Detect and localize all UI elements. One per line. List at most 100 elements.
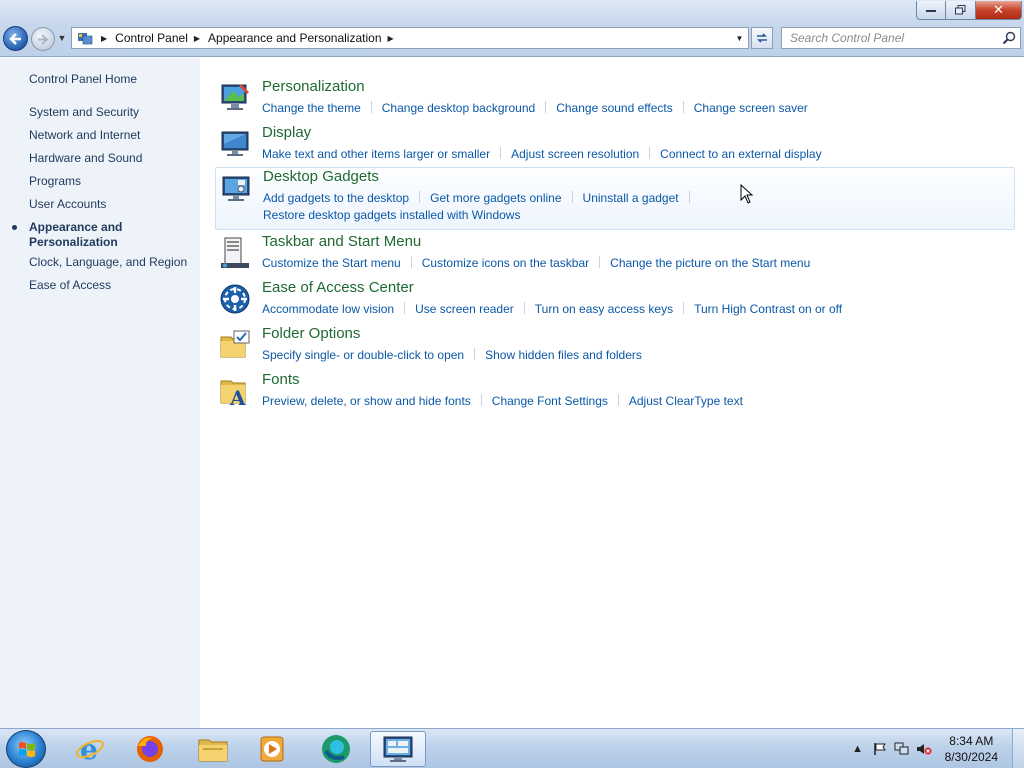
category-fonts: A Fonts Preview, delete, or show and hid… xyxy=(215,371,1015,415)
breadcrumb-appearance[interactable]: Appearance and Personalization xyxy=(208,31,381,45)
link-customize-taskbar-icons[interactable]: Customize icons on the taskbar xyxy=(422,255,589,272)
taskbar-control-panel[interactable] xyxy=(370,731,426,767)
link-change-desktop-background[interactable]: Change desktop background xyxy=(382,100,535,117)
link-adjust-screen-resolution[interactable]: Adjust screen resolution xyxy=(511,146,639,163)
window-controls: ✕ xyxy=(916,1,1022,20)
category-title-fonts[interactable]: Fonts xyxy=(262,371,300,388)
breadcrumb-control-panel[interactable]: Control Panel xyxy=(115,31,188,45)
breadcrumb-separator-icon[interactable]: ▶ xyxy=(194,34,200,43)
svg-text:A: A xyxy=(229,386,246,407)
breadcrumb-separator-icon[interactable]: ▶ xyxy=(388,34,394,43)
link-change-screen-saver[interactable]: Change screen saver xyxy=(694,100,808,117)
mouse-cursor-icon xyxy=(740,184,754,204)
link-make-text-larger[interactable]: Make text and other items larger or smal… xyxy=(262,146,490,163)
action-center-flag-icon[interactable] xyxy=(872,741,888,757)
link-divider xyxy=(370,101,372,113)
category-title-personalization[interactable]: Personalization xyxy=(262,78,365,95)
link-change-font-settings[interactable]: Change Font Settings xyxy=(492,393,608,410)
desktop-gadgets-icon xyxy=(222,176,250,201)
back-arrow-icon xyxy=(9,32,21,45)
recent-pages-dropdown[interactable]: ▼ xyxy=(57,30,67,46)
minimize-button[interactable] xyxy=(916,1,946,20)
show-desktop-button[interactable] xyxy=(1012,729,1024,768)
link-get-more-gadgets[interactable]: Get more gadgets online xyxy=(430,190,561,207)
sidebar-item-user-accounts[interactable]: User Accounts xyxy=(29,197,106,211)
category-taskbar-start-menu: Taskbar and Start Menu Customize the Sta… xyxy=(215,233,1015,277)
link-divider xyxy=(523,302,525,314)
back-button[interactable] xyxy=(3,26,28,51)
link-accommodate-low-vision[interactable]: Accommodate low vision xyxy=(262,301,394,318)
sidebar-item-clock-language-region[interactable]: Clock, Language, and Region xyxy=(29,255,187,269)
taskbar-edge[interactable] xyxy=(308,731,364,767)
category-links: Customize the Start menu Customize icons … xyxy=(262,255,1002,272)
close-button[interactable]: ✕ xyxy=(976,1,1022,20)
link-divider xyxy=(545,101,547,113)
category-title-display[interactable]: Display xyxy=(262,124,311,141)
link-preview-fonts[interactable]: Preview, delete, or show and hide fonts xyxy=(262,393,471,410)
search-icon[interactable] xyxy=(1002,31,1016,45)
refresh-button[interactable] xyxy=(751,27,773,49)
sidebar-item-programs[interactable]: Programs xyxy=(29,174,81,188)
link-add-gadgets[interactable]: Add gadgets to the desktop xyxy=(263,190,409,207)
control-panel-home-link[interactable]: Control Panel Home xyxy=(29,72,137,86)
link-change-theme[interactable]: Change the theme xyxy=(262,100,361,117)
taskbar-file-explorer[interactable] xyxy=(185,731,241,767)
category-folder-options: Folder Options Specify single- or double… xyxy=(215,325,1015,369)
category-title-desktop-gadgets[interactable]: Desktop Gadgets xyxy=(263,168,379,185)
category-title-folder-options[interactable]: Folder Options xyxy=(262,325,360,342)
category-links: Specify single- or double-click to open S… xyxy=(262,347,1002,364)
clock-date: 8/30/2024 xyxy=(944,750,998,764)
sidebar-item-hardware-sound[interactable]: Hardware and Sound xyxy=(29,151,142,165)
link-change-start-picture[interactable]: Change the picture on the Start menu xyxy=(610,255,810,272)
taskbar-clock[interactable]: 8:34 AM 8/30/2024 xyxy=(945,733,998,765)
volume-muted-icon[interactable] xyxy=(916,741,932,757)
link-divider xyxy=(617,394,619,406)
category-links: Preview, delete, or show and hide fonts C… xyxy=(262,393,1002,410)
sidebar-item-system-security[interactable]: System and Security xyxy=(29,105,139,119)
address-dropdown-button[interactable]: ▼ xyxy=(731,28,748,48)
link-connect-external-display[interactable]: Connect to an external display xyxy=(660,146,821,163)
link-show-hidden-files[interactable]: Show hidden files and folders xyxy=(485,347,642,364)
file-explorer-icon xyxy=(198,739,228,762)
restore-button[interactable] xyxy=(946,1,976,20)
restore-icon xyxy=(955,5,966,15)
personalization-icon xyxy=(221,84,249,110)
show-hidden-icons-button[interactable]: ▲ xyxy=(850,741,866,757)
sidebar-item-network-internet[interactable]: Network and Internet xyxy=(29,128,140,142)
system-tray: ▲ 8:34 AM 8/30/2024 xyxy=(847,729,1024,768)
link-single-double-click[interactable]: Specify single- or double-click to open xyxy=(262,347,464,364)
category-links: Add gadgets to the desktop Get more gadge… xyxy=(263,190,1003,224)
forward-button[interactable] xyxy=(31,27,55,51)
refresh-icon xyxy=(757,33,767,43)
start-button[interactable] xyxy=(6,730,46,768)
chevron-down-icon: ▼ xyxy=(735,33,744,43)
link-restore-gadgets[interactable]: Restore desktop gadgets installed with W… xyxy=(263,207,520,224)
link-customize-start-menu[interactable]: Customize the Start menu xyxy=(262,255,401,272)
media-player-icon xyxy=(260,736,284,762)
sidebar-item-appearance-personalization[interactable]: Appearance and Personalization xyxy=(29,220,122,250)
search-input[interactable]: Search Control Panel xyxy=(781,27,1021,49)
link-change-sound-effects[interactable]: Change sound effects xyxy=(556,100,673,117)
network-icon[interactable] xyxy=(894,741,910,757)
clock-time: 8:34 AM xyxy=(949,734,994,748)
taskbar-internet-explorer[interactable]: e xyxy=(62,731,118,767)
taskbar-firefox[interactable] xyxy=(122,731,178,767)
taskbar-media-player[interactable] xyxy=(244,731,300,767)
link-divider xyxy=(683,302,685,314)
address-bar[interactable]: ▶ Control Panel ▶ Appearance and Persona… xyxy=(71,27,749,49)
category-title-taskbar-start-menu[interactable]: Taskbar and Start Menu xyxy=(262,233,421,250)
folder-options-icon xyxy=(220,330,250,358)
control-panel-small-icon xyxy=(75,28,95,48)
sidebar-item-ease-of-access[interactable]: Ease of Access xyxy=(29,278,111,292)
link-use-screen-reader[interactable]: Use screen reader xyxy=(415,301,514,318)
link-high-contrast[interactable]: Turn High Contrast on or off xyxy=(694,301,842,318)
link-uninstall-gadget[interactable]: Uninstall a gadget xyxy=(583,190,679,207)
firefox-icon xyxy=(137,736,163,762)
ease-of-access-icon xyxy=(220,284,250,314)
link-divider xyxy=(474,348,476,360)
link-adjust-cleartype[interactable]: Adjust ClearType text xyxy=(629,393,743,410)
category-personalization: Personalization Change the theme Change d… xyxy=(215,78,1015,122)
link-easy-access-keys[interactable]: Turn on easy access keys xyxy=(535,301,673,318)
link-divider xyxy=(480,394,482,406)
category-title-ease-of-access-center[interactable]: Ease of Access Center xyxy=(262,279,414,296)
